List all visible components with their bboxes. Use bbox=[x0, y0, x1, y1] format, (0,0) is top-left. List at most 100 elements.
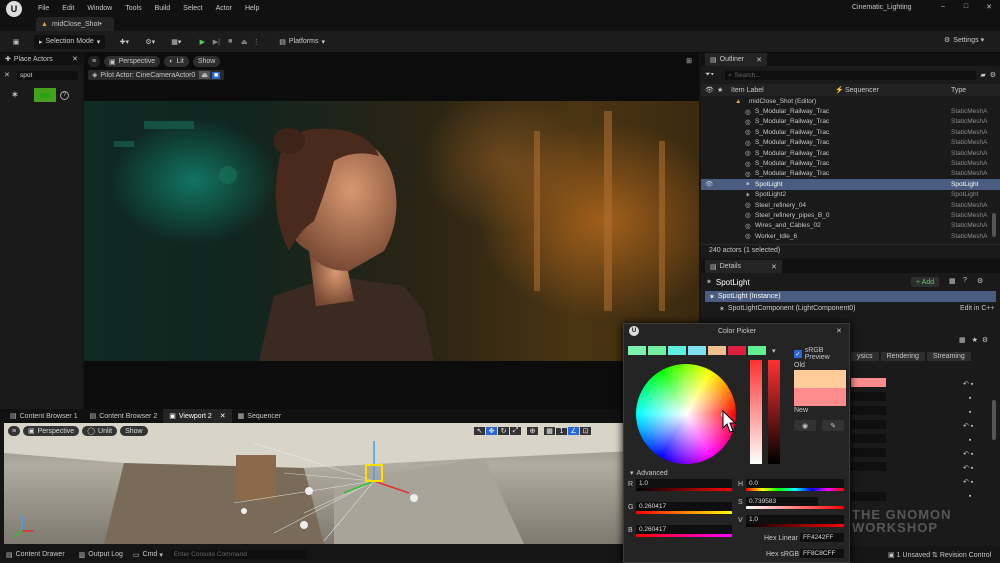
edit-cpp-link[interactable]: Edit in C++ bbox=[960, 305, 995, 312]
table-row[interactable]: ◎ S_Modular_Railway_Trac StaticMeshA bbox=[701, 117, 1000, 127]
spotlight-actor-icon[interactable]: ✶ bbox=[8, 88, 22, 102]
col-type[interactable]: Type bbox=[951, 87, 966, 94]
b-channel-input[interactable]: 0.260417 bbox=[636, 525, 732, 534]
color-wheel[interactable] bbox=[636, 364, 736, 464]
color-wheel-mode-icon[interactable]: ◉ bbox=[794, 420, 816, 431]
menu-actor[interactable]: Actor bbox=[216, 5, 232, 12]
property-value[interactable] bbox=[851, 448, 886, 457]
menu-file[interactable]: File bbox=[38, 5, 49, 12]
b-channel-slider[interactable] bbox=[636, 534, 732, 537]
r-channel-slider[interactable] bbox=[636, 488, 732, 491]
property-value[interactable] bbox=[851, 492, 886, 501]
add-content-icon[interactable]: ✚▾ bbox=[115, 38, 133, 46]
cinematics-icon[interactable]: ▦▾ bbox=[167, 38, 185, 46]
scale-tool-icon[interactable]: ⤢ bbox=[510, 427, 521, 435]
s-channel-slider[interactable] bbox=[746, 506, 844, 509]
settings-gear-icon[interactable]: ⚙ bbox=[982, 336, 988, 344]
tab-close-icon[interactable]: ✕ bbox=[771, 263, 777, 271]
theme-swatch[interactable] bbox=[708, 346, 726, 355]
play-options-icon[interactable]: ⋮ bbox=[252, 38, 260, 46]
property-value[interactable] bbox=[851, 434, 886, 443]
h-channel-input[interactable]: 0.0 bbox=[746, 479, 844, 488]
menu-build[interactable]: Build bbox=[155, 5, 171, 12]
outliner-scrollbar[interactable] bbox=[992, 213, 996, 237]
tab-viewport-2[interactable]: ▣ Viewport 2 ✕ bbox=[163, 409, 232, 423]
unlit-button[interactable]: ◯ Unlit bbox=[82, 426, 118, 436]
revision-control-button[interactable]: ⇅ Revision Control bbox=[932, 551, 991, 560]
menu-help[interactable]: Help bbox=[245, 5, 259, 12]
table-row[interactable]: ◎ Worker_Idle_6 StaticMeshA bbox=[701, 231, 1000, 241]
reset-to-default-icon[interactable]: ↶ ▪ bbox=[963, 448, 973, 462]
table-row[interactable]: ◎ S_Modular_Railway_Trac StaticMeshA bbox=[701, 148, 1000, 158]
show-button[interactable]: Show bbox=[120, 426, 148, 436]
r-channel-input[interactable]: 1.0 bbox=[636, 479, 732, 488]
scale-snap-icon[interactable]: ⊡ bbox=[580, 427, 591, 435]
grid-snap-icon[interactable]: ▦ bbox=[544, 427, 555, 435]
property-value[interactable] bbox=[851, 420, 886, 429]
output-log-button[interactable]: ▥ Output Log bbox=[79, 551, 123, 559]
menu-window[interactable]: Window bbox=[87, 5, 112, 12]
visibility-eye-icon[interactable]: 👁 bbox=[705, 180, 713, 188]
reset-to-default-icon[interactable]: ▪ bbox=[963, 406, 973, 420]
col-sequencer[interactable]: Sequencer bbox=[845, 87, 879, 94]
blueprint-icon[interactable]: ▦ bbox=[949, 277, 956, 285]
stop-icon[interactable]: ■ bbox=[225, 38, 235, 45]
col-item-label[interactable]: Item Label bbox=[731, 87, 764, 94]
maximize-icon[interactable]: □ bbox=[961, 3, 971, 10]
table-row[interactable]: ✶ SpotLight2 SpotLight bbox=[701, 190, 1000, 200]
eject-pilot-icon[interactable]: ⏏ bbox=[199, 71, 210, 79]
theme-swatch[interactable] bbox=[728, 346, 746, 355]
lit-button[interactable]: ◐ Lit bbox=[164, 56, 189, 67]
hex-linear-input[interactable]: FF4242FF bbox=[800, 533, 844, 542]
srgb-preview-toggle[interactable]: ✓ sRGB Preview bbox=[794, 347, 849, 361]
perspective-button[interactable]: ▣ Perspective bbox=[23, 426, 80, 436]
g-channel-slider[interactable] bbox=[636, 511, 732, 514]
light-color-swatch[interactable] bbox=[851, 378, 886, 387]
tab-close-icon[interactable]: ✕ bbox=[756, 56, 762, 64]
grid-snap-value[interactable]: 1 bbox=[556, 427, 567, 435]
cmd-dropdown[interactable]: ▭ Cmd ▾ bbox=[133, 551, 163, 559]
table-row[interactable]: ◎ S_Modular_Railway_Trac StaticMeshA bbox=[701, 138, 1000, 148]
hex-srgb-input[interactable]: FF8C8CFF bbox=[800, 549, 844, 558]
blueprint-icon[interactable]: ⚙▾ bbox=[141, 38, 159, 46]
panel-close-icon[interactable]: ✕ bbox=[72, 55, 78, 63]
table-row[interactable]: ◎ Wires_and_Cables_02 StaticMeshA bbox=[701, 221, 1000, 231]
unreal-logo-icon[interactable]: U bbox=[6, 0, 22, 17]
settings-gear-icon[interactable]: ⚙ bbox=[990, 71, 996, 79]
v-channel-slider[interactable] bbox=[746, 524, 844, 527]
eject-icon[interactable]: ⏏ bbox=[239, 38, 249, 46]
reset-to-default-icon[interactable]: ↶ ▪ bbox=[963, 476, 973, 490]
theme-swatch[interactable] bbox=[668, 346, 686, 355]
s-channel-input[interactable]: 0.739583 bbox=[746, 497, 818, 506]
table-row[interactable]: ◎ S_Modular_Railway_Trac StaticMeshA bbox=[701, 106, 1000, 116]
unsaved-indicator[interactable]: ▣ 1 Unsaved bbox=[888, 551, 930, 560]
tab-streaming[interactable]: Streaming bbox=[926, 352, 971, 361]
step-icon[interactable]: ▶| bbox=[211, 38, 221, 46]
console-command-input[interactable]: Enter Console Command bbox=[170, 550, 307, 559]
tab-rendering[interactable]: Rendering bbox=[880, 352, 925, 361]
folder-row[interactable]: ▲ midClose_Shot (Editor) bbox=[701, 96, 1000, 106]
filter-icon[interactable]: ⏷▾ bbox=[705, 71, 719, 79]
table-row-selected[interactable]: 👁 ✶ SpotLight SpotLight bbox=[701, 179, 1000, 190]
table-row[interactable]: ◎ Steel_refinery_pipes_B_0 StaticMeshA bbox=[701, 210, 1000, 220]
add-folder-icon[interactable]: ▰ bbox=[980, 71, 985, 79]
close-icon[interactable]: ✕ bbox=[836, 327, 842, 335]
viewport-menu-icon[interactable]: ≡ bbox=[88, 56, 100, 67]
play-icon[interactable]: ▶ bbox=[197, 38, 207, 46]
tab-physics[interactable]: ysics bbox=[851, 352, 879, 361]
g-channel-input[interactable]: 0.260417 bbox=[636, 502, 732, 511]
reset-to-default-icon[interactable]: ↶ ▪ bbox=[963, 462, 973, 476]
actor-name[interactable]: SpotLight bbox=[716, 278, 750, 287]
content-drawer-button[interactable]: ▤ Content Drawer bbox=[6, 551, 65, 559]
reset-to-default-icon[interactable]: ▪ bbox=[963, 490, 973, 504]
favorite-star-icon[interactable]: ★ bbox=[972, 336, 978, 344]
grid-view-icon[interactable]: ▦ bbox=[959, 336, 966, 344]
property-value[interactable] bbox=[851, 406, 886, 415]
help-icon[interactable]: ? bbox=[963, 277, 967, 284]
eyedropper-icon[interactable]: ✎ bbox=[822, 420, 844, 431]
table-row[interactable]: ◎ Steel_refinery_04 StaticMeshA bbox=[701, 200, 1000, 210]
reset-to-default-icon[interactable]: ▪ bbox=[963, 434, 973, 448]
reset-to-default-icon[interactable]: ▪ bbox=[963, 392, 973, 406]
details-scrollbar[interactable] bbox=[992, 400, 996, 440]
actor-thumbnail[interactable]: ▤▤ bbox=[34, 88, 56, 102]
